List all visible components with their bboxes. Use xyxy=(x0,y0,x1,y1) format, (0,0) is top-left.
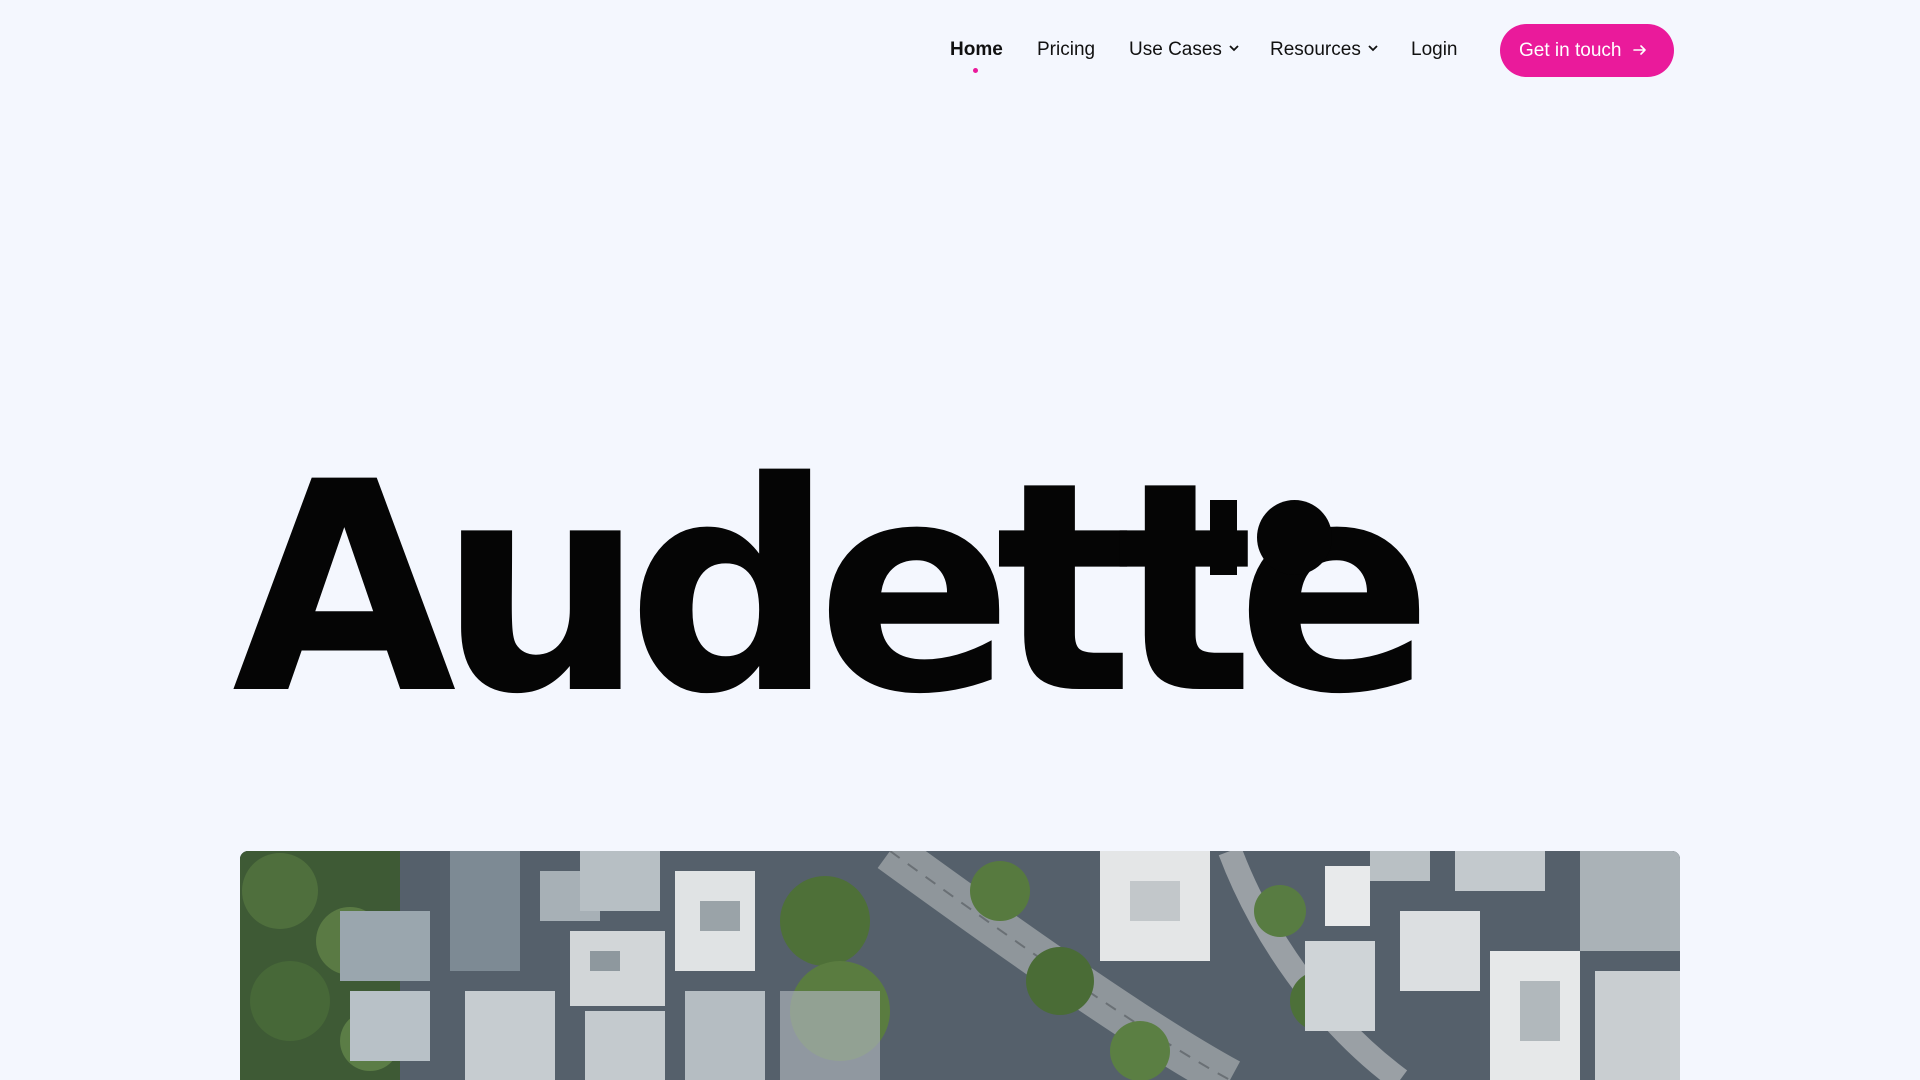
nav-home[interactable]: Home xyxy=(950,40,1003,60)
brand-wordmark: Audette xyxy=(232,421,1433,758)
active-indicator-dot xyxy=(973,68,978,73)
nav-use-cases-label: Use Cases xyxy=(1129,39,1222,60)
logo-bar-mark xyxy=(1210,500,1237,575)
page: Home Pricing Use Cases Resources Login G… xyxy=(0,0,1920,1080)
top-nav: Home Pricing Use Cases Resources Login G… xyxy=(0,24,1920,77)
arrow-right-icon xyxy=(1633,45,1646,55)
aerial-city-illustration xyxy=(240,851,1680,1080)
get-in-touch-button[interactable]: Get in touch xyxy=(1500,24,1674,77)
nav-login[interactable]: Login xyxy=(1411,40,1458,60)
nav-use-cases[interactable]: Use Cases xyxy=(1129,40,1240,60)
hero-aerial-city-image xyxy=(240,851,1680,1080)
nav-resources[interactable]: Resources xyxy=(1270,40,1379,60)
get-in-touch-label: Get in touch xyxy=(1519,39,1622,61)
nav-pricing[interactable]: Pricing xyxy=(1037,40,1095,60)
nav-resources-label: Resources xyxy=(1270,39,1361,60)
chevron-down-icon xyxy=(1368,45,1378,52)
chevron-down-icon xyxy=(1229,45,1239,52)
logo-dot-mark xyxy=(1257,500,1332,575)
